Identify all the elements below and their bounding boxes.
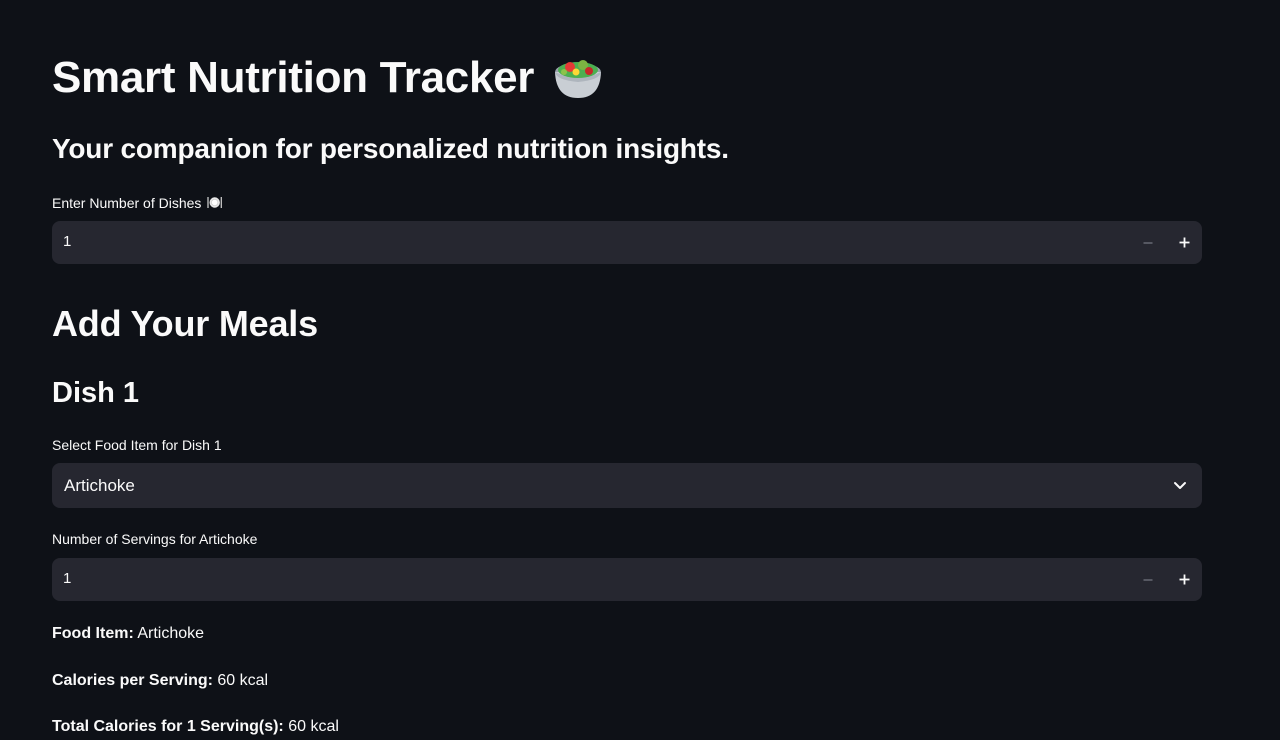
servings-label: Number of Servings for Artichoke xyxy=(52,531,258,547)
total-calories-label: Total Calories for 1 Serving(s): xyxy=(52,718,284,735)
food-item-info: Food Item: Artichoke xyxy=(52,625,204,643)
page-title-text: Smart Nutrition Tracker xyxy=(52,53,535,102)
dishes-count-label-text: Enter Number of Dishes xyxy=(52,194,202,211)
dishes-increment-button[interactable] xyxy=(1166,221,1202,264)
servings-input[interactable]: 1 xyxy=(52,558,1202,601)
minus-icon xyxy=(1143,241,1153,244)
servings-value[interactable]: 1 xyxy=(63,570,71,587)
food-item-select[interactable]: Artichoke xyxy=(52,463,1202,508)
food-select-label: Select Food Item for Dish 1 xyxy=(52,437,222,453)
page-title: Smart Nutrition Tracker xyxy=(52,50,604,106)
minus-icon xyxy=(1143,578,1153,581)
plus-icon xyxy=(1179,574,1189,585)
food-item-selected-value[interactable]: Artichoke xyxy=(64,476,135,496)
chevron-down-icon[interactable] xyxy=(1172,477,1188,493)
food-item-info-label: Food Item: xyxy=(52,625,134,642)
total-calories-info: Total Calories for 1 Serving(s): 60 kcal xyxy=(52,718,339,736)
dishes-count-label: Enter Number of Dishes xyxy=(52,194,223,211)
dishes-decrement-button[interactable] xyxy=(1130,221,1166,264)
servings-increment-button[interactable] xyxy=(1166,558,1202,601)
dish-heading: Dish 1 xyxy=(52,377,140,409)
dishes-count-input[interactable]: 1 xyxy=(52,221,1202,264)
dishes-count-value[interactable]: 1 xyxy=(63,233,71,250)
servings-decrement-button[interactable] xyxy=(1130,558,1166,601)
plus-icon xyxy=(1179,237,1189,248)
calories-per-serving-info: Calories per Serving: 60 kcal xyxy=(52,672,268,690)
calories-per-serving-label: Calories per Serving: xyxy=(52,672,213,689)
total-calories-value: 60 kcal xyxy=(288,718,339,735)
plate-icon xyxy=(207,197,223,208)
meals-section-heading: Add Your Meals xyxy=(52,303,318,344)
salad-bowl-icon xyxy=(555,60,602,98)
food-item-info-value: Artichoke xyxy=(137,625,205,642)
page-subtitle: Your companion for personalized nutritio… xyxy=(52,133,729,164)
calories-per-serving-value: 60 kcal xyxy=(217,672,269,689)
